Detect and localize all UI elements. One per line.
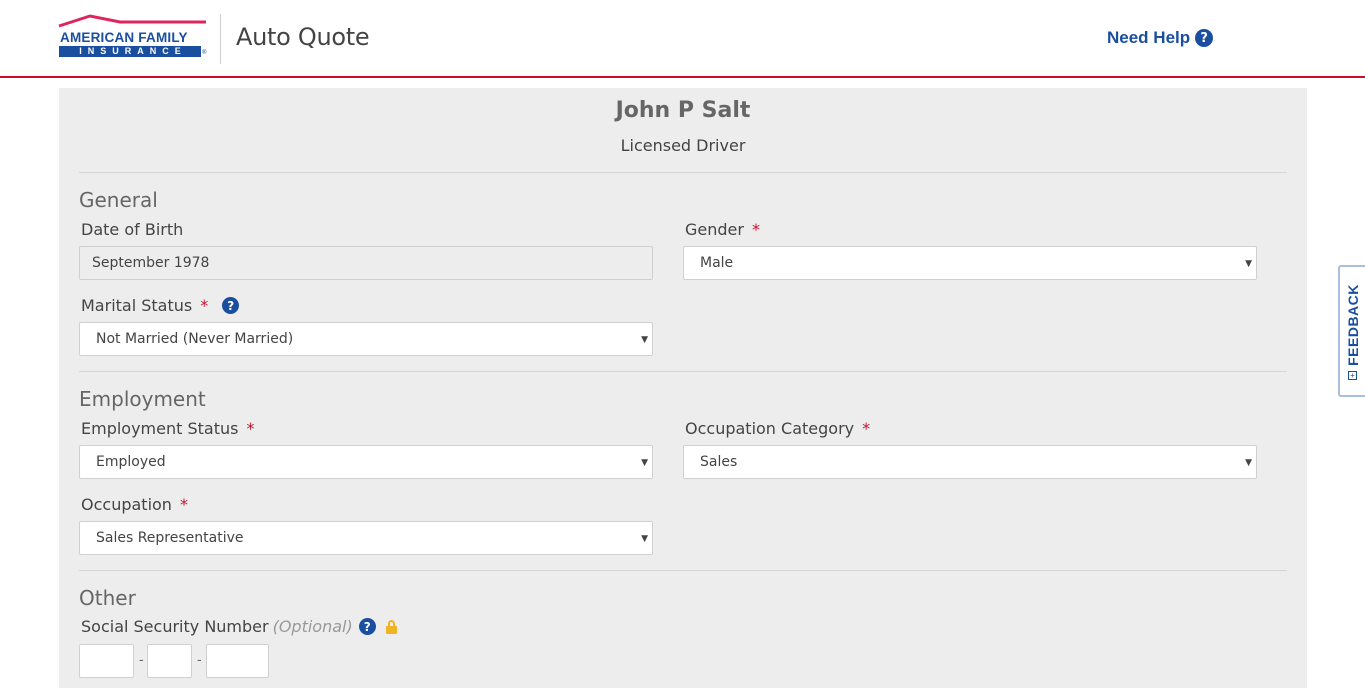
marital-status-help-icon[interactable]: ? — [222, 297, 240, 314]
employment-status-label-text: Employment Status — [81, 419, 239, 438]
dob-label: Date of Birth — [81, 220, 183, 239]
app-title: Auto Quote — [236, 23, 370, 51]
brand-name: AMERICAN FAMILY — [60, 30, 188, 45]
occupation-category-value: Sales — [700, 454, 738, 470]
occupation-value: Sales Representative — [96, 530, 244, 546]
ssn-help-icon[interactable]: ? — [358, 618, 376, 635]
required-marker: * — [246, 419, 255, 438]
section-title-other: Other — [79, 586, 136, 610]
ssn-label-text: Social Security Number — [81, 617, 269, 636]
occupation-label: Occupation * — [81, 495, 188, 514]
required-marker: * — [200, 296, 209, 315]
gender-value: Male — [700, 255, 734, 271]
roof-logo-icon — [58, 14, 206, 28]
employment-status-select[interactable]: Employed ▼ — [79, 445, 653, 479]
occupation-label-text: Occupation — [81, 495, 172, 514]
driver-name: John P Salt — [615, 98, 751, 123]
ssn-separator: - — [139, 651, 144, 667]
chevron-down-icon: ▼ — [641, 534, 648, 544]
occupation-category-select[interactable]: Sales ▼ — [683, 445, 1257, 479]
ssn-part3-input[interactable] — [206, 644, 269, 678]
divider — [79, 570, 1287, 571]
feedback-tab[interactable]: FEEDBACK + — [1338, 265, 1365, 397]
chevron-down-icon: ▼ — [1245, 458, 1252, 468]
section-title-general: General — [79, 188, 158, 212]
registered-mark: ® — [202, 50, 207, 56]
feedback-expand-icon: + — [1348, 371, 1357, 380]
brand-subtitle: INSURANCE — [59, 46, 201, 57]
divider — [79, 172, 1287, 173]
driver-details-panel: John P Salt Licensed Driver General Date… — [59, 88, 1307, 688]
employment-status-label: Employment Status * — [81, 419, 254, 438]
ssn-part2-input[interactable] — [147, 644, 192, 678]
occupation-select[interactable]: Sales Representative ▼ — [79, 521, 653, 555]
required-marker: * — [179, 495, 188, 514]
site-header: AMERICAN FAMILY INSURANCE ® Auto Quote N… — [0, 0, 1365, 78]
divider — [79, 371, 1287, 372]
dob-value: September 1978 — [92, 255, 210, 271]
occupation-category-label: Occupation Category * — [685, 419, 870, 438]
need-help-label: Need Help — [1107, 28, 1191, 47]
marital-status-select[interactable]: Not Married (Never Married) ▼ — [79, 322, 653, 356]
chevron-down-icon: ▼ — [641, 458, 648, 468]
gender-select[interactable]: Male ▼ — [683, 246, 1257, 280]
chevron-down-icon: ▼ — [641, 335, 648, 345]
dob-label-text: Date of Birth — [81, 220, 184, 239]
question-circle-icon: ? — [1195, 29, 1214, 47]
gender-label-text: Gender — [685, 220, 744, 239]
marital-status-label: Marital Status * ? — [81, 296, 240, 315]
ssn-label: Social Security Number (Optional) ? — [81, 617, 397, 636]
marital-status-value: Not Married (Never Married) — [96, 331, 294, 347]
need-help-link[interactable]: Need Help ? — [1107, 28, 1214, 48]
feedback-label: FEEDBACK — [1344, 284, 1361, 366]
ssn-part1-input[interactable] — [79, 644, 134, 678]
ssn-optional-text: (Optional) — [272, 617, 353, 636]
section-title-employment: Employment — [79, 387, 206, 411]
dob-field: September 1978 — [79, 246, 653, 280]
marital-status-label-text: Marital Status — [81, 296, 193, 315]
ssn-separator: - — [197, 651, 202, 667]
gender-label: Gender * — [685, 220, 760, 239]
american-family-logo[interactable]: AMERICAN FAMILY INSURANCE ® — [58, 14, 208, 60]
employment-status-value: Employed — [96, 454, 166, 470]
required-marker: * — [751, 220, 760, 239]
header-divider — [220, 14, 221, 64]
lock-icon — [385, 619, 397, 634]
required-marker: * — [862, 419, 871, 438]
occupation-category-label-text: Occupation Category — [685, 419, 855, 438]
chevron-down-icon: ▼ — [1245, 259, 1252, 269]
driver-status: Licensed Driver — [620, 136, 746, 155]
